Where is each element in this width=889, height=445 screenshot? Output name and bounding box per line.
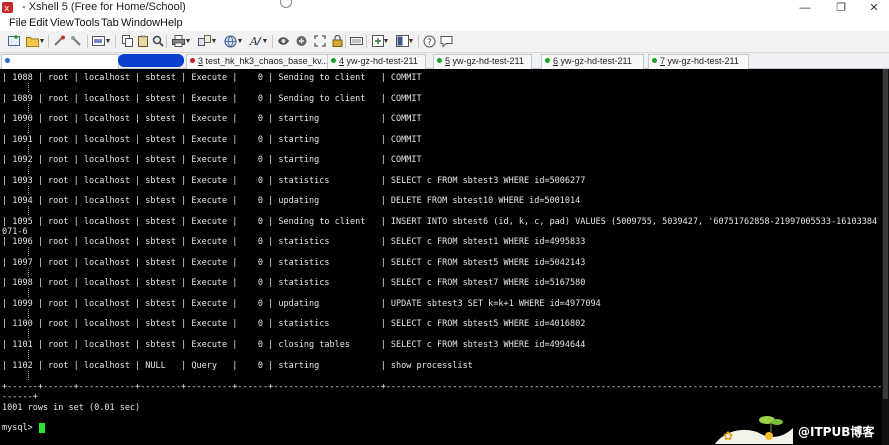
reconnect-icon[interactable]: [52, 34, 67, 48]
terminal-cursor: [39, 423, 45, 433]
menu-edit[interactable]: Edit: [29, 17, 48, 29]
menu-help[interactable]: Help: [160, 17, 183, 29]
xshell-app-icon: x: [2, 2, 13, 13]
process-row: | 1094 | root | localhost | sbtest | Exe…: [2, 196, 581, 206]
tab-label: test_hk_hk3_chaos_base_kv...: [203, 56, 328, 66]
tab-label: yw-gz-hd-test-211: [665, 56, 739, 66]
menu-file[interactable]: File: [9, 17, 27, 29]
font-dropdown-icon[interactable]: ▼: [261, 34, 269, 48]
title-bar: x - Xshell 5 (Free for Home/School) — ❐ …: [0, 0, 889, 16]
toolbar: ▼ ▼ ▼ ▼ ▼ A ▼ ▼ ▼ ?: [0, 31, 889, 53]
process-row: | 1088 | root | localhost | sbtest | Exe…: [2, 73, 422, 83]
svg-text:✿: ✿: [723, 429, 733, 443]
process-row: | 1097 | root | localhost | sbtest | Exe…: [2, 258, 586, 268]
process-row: | 1090 | root | localhost | sbtest | Exe…: [2, 114, 422, 124]
tab-session-1[interactable]: [1, 54, 119, 69]
maximize-button[interactable]: ❐: [826, 1, 856, 15]
tab-session-4[interactable]: 4 yw-gz-hd-test-211: [327, 54, 426, 69]
process-row: | 1100 | root | localhost | sbtest | Exe…: [2, 319, 586, 329]
redacted-tab-label: [118, 54, 184, 67]
watermark-text: @ITPUB博客: [798, 425, 875, 439]
tab-status-icon: [190, 58, 195, 63]
tab-session-7[interactable]: 7 yw-gz-hd-test-211: [648, 54, 749, 69]
menu-tools[interactable]: Tools: [74, 17, 100, 29]
tab-status-icon: [331, 58, 336, 63]
process-row: | 1096 | root | localhost | sbtest | Exe…: [2, 237, 586, 247]
result-summary: 1001 rows in set (0.01 sec): [2, 403, 141, 413]
close-button[interactable]: ✕: [859, 1, 889, 15]
tab-status-icon: [545, 58, 550, 63]
terminal-scrollbar[interactable]: [882, 69, 889, 445]
menu-view[interactable]: View: [50, 17, 74, 29]
compose-icon[interactable]: [294, 34, 309, 48]
new-session-icon[interactable]: [7, 34, 22, 48]
process-row: | 1099 | root | localhost | sbtest | Exe…: [2, 299, 601, 309]
menu-tab[interactable]: Tab: [101, 17, 119, 29]
process-row: | 1091 | root | localhost | sbtest | Exe…: [2, 135, 422, 145]
tab-label: yw-gz-hd-test-211: [558, 56, 632, 66]
help-icon[interactable]: ?: [422, 34, 437, 48]
open-dropdown-icon[interactable]: ▼: [38, 34, 46, 48]
svg-text:A: A: [249, 35, 258, 47]
tab-status-icon: [437, 58, 442, 63]
scrollbar-thumb[interactable]: [883, 69, 888, 399]
disconnect-icon[interactable]: [69, 34, 84, 48]
process-row: | 1098 | root | localhost | sbtest | Exe…: [2, 278, 586, 288]
process-row: | 1092 | root | localhost | sbtest | Exe…: [2, 155, 422, 165]
menu-window[interactable]: Window: [121, 17, 160, 29]
table-separator-tail: ------+: [2, 392, 38, 402]
layout-dropdown-icon[interactable]: ▼: [407, 34, 415, 48]
table-separator: +------+------+-----------+--------+----…: [2, 382, 889, 392]
itpub-logo-icon: ✿: [715, 416, 793, 444]
tab-label: yw-gz-hd-test-211: [450, 56, 524, 66]
xftp-icon[interactable]: [276, 34, 291, 48]
fullscreen-icon[interactable]: [312, 34, 327, 48]
tab-status-icon: [652, 58, 657, 63]
mysql-prompt: mysql>: [2, 423, 38, 433]
properties-dropdown-icon[interactable]: ▼: [104, 34, 112, 48]
process-row: | 1101 | root | localhost | sbtest | Exe…: [2, 340, 586, 350]
lock-icon[interactable]: [330, 34, 345, 48]
paste-icon[interactable]: [135, 34, 150, 48]
minimize-button[interactable]: —: [790, 1, 820, 15]
terminal[interactable]: | 1088 | root | localhost | sbtest | Exe…: [0, 69, 889, 445]
print-dropdown-icon[interactable]: ▼: [184, 34, 192, 48]
find-icon[interactable]: [150, 34, 165, 48]
window-title: - Xshell 5 (Free for Home/School): [22, 1, 186, 13]
copy-icon[interactable]: [120, 34, 135, 48]
title-circle-icon: [280, 0, 292, 8]
tab-status-icon: [5, 58, 10, 63]
transfer-dropdown-icon[interactable]: ▼: [210, 34, 218, 48]
tab-session-5[interactable]: 5 yw-gz-hd-test-211: [433, 54, 532, 69]
keyboard-icon[interactable]: [349, 34, 364, 48]
svg-text:?: ?: [427, 38, 432, 48]
add-window-dropdown-icon[interactable]: ▼: [382, 34, 390, 48]
process-row: | 1095 | root | localhost | sbtest | Exe…: [2, 217, 878, 227]
tab-label: yw-gz-hd-test-211: [344, 56, 418, 66]
process-row: | 1089 | root | localhost | sbtest | Exe…: [2, 94, 422, 104]
chat-icon[interactable]: [439, 34, 454, 48]
globe-dropdown-icon[interactable]: ▼: [236, 34, 244, 48]
svg-text:x: x: [4, 4, 10, 13]
process-row: | 1102 | root | localhost | NULL | Query…: [2, 361, 473, 371]
menu-bar: File Edit View Tools Tab Window Help: [0, 16, 889, 31]
process-row: | 1093 | root | localhost | sbtest | Exe…: [2, 176, 586, 186]
tab-session-6[interactable]: 6 yw-gz-hd-test-211: [541, 54, 644, 69]
tab-session-3[interactable]: 3 test_hk_hk3_chaos_base_kv...: [186, 54, 328, 69]
